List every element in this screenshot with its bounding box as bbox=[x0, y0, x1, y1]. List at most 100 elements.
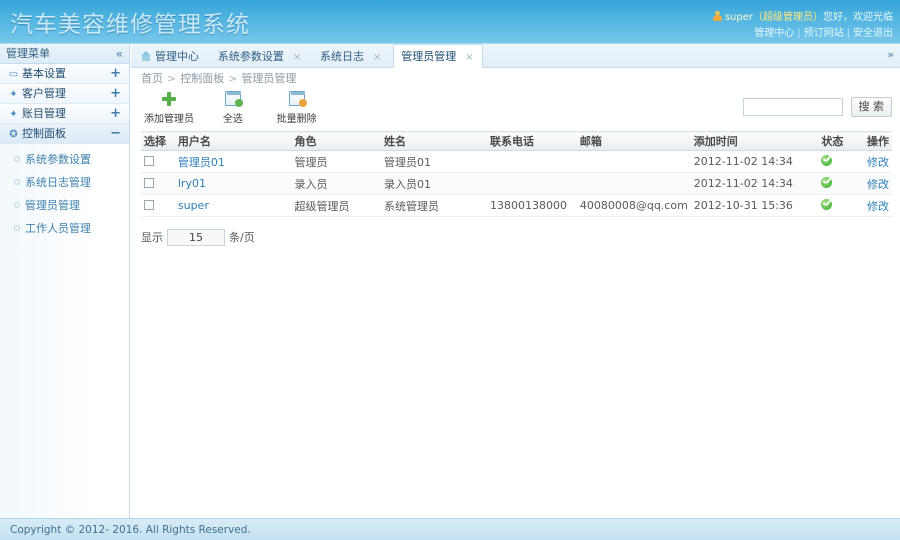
sidebar-group-basic-settings[interactable]: ▭ 基本设置 + bbox=[0, 64, 129, 84]
breadcrumb: 首页 > 控制面板 > 管理员管理 bbox=[131, 68, 900, 89]
tab-label: 管理中心 bbox=[155, 50, 199, 63]
sidebar-item-label: 系统日志管理 bbox=[25, 176, 91, 189]
user-greeting: super（超级管理员）您好，欢迎光临 bbox=[712, 8, 893, 23]
row-checkbox[interactable] bbox=[144, 156, 154, 166]
plus-icon bbox=[162, 92, 176, 106]
sidebar-group-account-management[interactable]: ✦ 账目管理 + bbox=[0, 104, 129, 124]
button-label: 全选 bbox=[222, 114, 243, 125]
column-name: 姓名 bbox=[380, 131, 487, 151]
sidebar-group-label: 账目管理 bbox=[22, 107, 66, 120]
diamond-icon: ✦ bbox=[9, 109, 18, 120]
sidebar-item-label: 系统参数设置 bbox=[25, 153, 91, 166]
page-size-label: 显示 bbox=[141, 231, 163, 244]
table-container: 选择 用户名 角色 姓名 联系电话 邮箱 添加时间 状态 操作 管理员01 管理… bbox=[131, 131, 900, 217]
tab-label: 系统日志 bbox=[320, 50, 365, 63]
cell-name: 管理员01 bbox=[380, 150, 487, 173]
sidebar-group-customer-management[interactable]: ✦ 客户管理 + bbox=[0, 84, 129, 104]
cell-action: 修改 bbox=[864, 172, 892, 195]
icon-slot bbox=[141, 89, 197, 109]
table-body: 管理员01 管理员 管理员01 2012-11-02 14:34 修改 lry0… bbox=[141, 150, 892, 217]
page-size-input[interactable] bbox=[167, 229, 225, 246]
batch-delete-button[interactable]: 批量删除 bbox=[269, 89, 325, 125]
close-icon[interactable]: × bbox=[465, 46, 473, 69]
username-link[interactable]: super bbox=[178, 199, 209, 212]
tab-system-params[interactable]: 系统参数设置 × bbox=[211, 45, 309, 68]
cell-phone: 13800138000 bbox=[487, 194, 577, 217]
row-checkbox[interactable] bbox=[144, 200, 154, 210]
edit-link[interactable]: 修改 bbox=[867, 200, 889, 213]
sidebar-group-toggle-icon[interactable]: + bbox=[110, 64, 121, 84]
sidebar-item-system-log[interactable]: 系统日志管理 bbox=[0, 171, 129, 194]
tab-admin-management[interactable]: 管理员管理 × bbox=[393, 44, 483, 69]
cell-username: lry01 bbox=[174, 172, 292, 195]
select-all-button[interactable]: 全选 bbox=[205, 89, 261, 125]
sidebar-item-admin-management[interactable]: 管理员管理 bbox=[0, 194, 129, 217]
header-link-sep-2: | bbox=[846, 28, 850, 39]
close-icon[interactable]: × bbox=[373, 46, 381, 69]
sidebar-group-toggle-icon[interactable]: + bbox=[110, 84, 121, 104]
footer: Copyright © 2012- 2016. All Rights Reser… bbox=[0, 518, 900, 540]
header-link-logout[interactable]: 安全退出 bbox=[853, 28, 893, 39]
tab-system-log[interactable]: 系统日志 × bbox=[313, 45, 389, 68]
cell-username: super bbox=[174, 194, 292, 217]
sidebar-group-toggle-icon[interactable]: + bbox=[110, 104, 121, 124]
copyright-text: Copyright © 2012- 2016. All Rights Reser… bbox=[10, 524, 251, 536]
close-icon[interactable]: × bbox=[293, 46, 301, 69]
cell-email bbox=[576, 150, 691, 173]
header-link-booking-site[interactable]: 预订网站 bbox=[804, 28, 844, 39]
cell-name: 录入员01 bbox=[380, 172, 487, 195]
row-checkbox[interactable] bbox=[144, 178, 154, 188]
username-link[interactable]: lry01 bbox=[178, 177, 206, 190]
chevron-down-icon[interactable]: » bbox=[887, 48, 894, 62]
cell-role: 录入员 bbox=[291, 172, 381, 195]
sidebar-item-system-params[interactable]: 系统参数设置 bbox=[0, 148, 129, 171]
search-input[interactable] bbox=[742, 98, 843, 116]
button-label: 批量删除 bbox=[276, 114, 317, 125]
column-status: 状态 bbox=[818, 131, 864, 151]
breadcrumb-item-home[interactable]: 首页 bbox=[141, 72, 163, 85]
cell-role: 管理员 bbox=[291, 150, 381, 173]
app-root: 汽车美容维修管理系统 super（超级管理员）您好，欢迎光临 管理中心 | 预订网站… bbox=[0, 0, 900, 540]
sidebar-group-control-panel[interactable]: ✪ 控制面板 − bbox=[0, 124, 129, 144]
breadcrumb-item-control-panel[interactable]: 控制面板 bbox=[180, 72, 224, 85]
cell-select bbox=[141, 150, 175, 173]
username-link[interactable]: 管理员01 bbox=[178, 156, 225, 169]
tab-bar: 管理中心 系统参数设置 × 系统日志 × 管理员管理 × » bbox=[131, 44, 900, 68]
monitor-icon: ▭ bbox=[8, 69, 19, 80]
sidebar-collapse-icon[interactable]: « bbox=[116, 44, 123, 64]
tab-label: 系统参数设置 bbox=[217, 50, 284, 63]
column-username: 用户名 bbox=[174, 131, 292, 151]
page-size-suffix: 条/页 bbox=[229, 231, 255, 244]
cell-select bbox=[141, 172, 175, 195]
cell-username: 管理员01 bbox=[174, 150, 292, 173]
tab-label: 管理员管理 bbox=[401, 50, 457, 63]
user-role: （超级管理员） bbox=[753, 12, 823, 23]
gear-icon: ✪ bbox=[9, 129, 18, 140]
batch-delete-icon bbox=[288, 91, 307, 107]
sidebar-group-toggle-icon[interactable]: − bbox=[110, 124, 121, 144]
cell-status bbox=[818, 172, 864, 195]
sidebar-group-label: 基本设置 bbox=[22, 67, 66, 80]
header-links: 管理中心 | 预订网站 | 安全退出 bbox=[754, 24, 893, 39]
tab-admin-center[interactable]: 管理中心 bbox=[134, 45, 207, 68]
add-admin-button[interactable]: 添加管理员 bbox=[141, 89, 197, 125]
header-link-admin-center[interactable]: 管理中心 bbox=[754, 28, 794, 39]
search-button[interactable]: 搜 索 bbox=[850, 97, 892, 117]
breadcrumb-sep: > bbox=[167, 72, 177, 85]
edit-link[interactable]: 修改 bbox=[867, 156, 889, 169]
cell-name: 系统管理员 bbox=[380, 194, 487, 217]
pagination-bar: 显示 条/页 bbox=[131, 217, 900, 246]
edit-link[interactable]: 修改 bbox=[867, 178, 889, 191]
sidebar-item-staff-management[interactable]: 工作人员管理 bbox=[0, 217, 129, 240]
cell-phone bbox=[487, 172, 577, 195]
cell-created: 2012-11-02 14:34 bbox=[690, 150, 819, 173]
admin-table: 选择 用户名 角色 姓名 联系电话 邮箱 添加时间 状态 操作 管理员01 管理… bbox=[141, 131, 892, 217]
sidebar: 管理菜单 « ▭ 基本设置 + ✦ 客户管理 + ✦ 账目管理 + ✪ 控制面板 − bbox=[0, 44, 130, 518]
bullet-icon bbox=[14, 202, 20, 208]
bullet-icon bbox=[14, 225, 20, 231]
body-wrapper: 管理菜单 « ▭ 基本设置 + ✦ 客户管理 + ✦ 账目管理 + ✪ 控制面板 − bbox=[0, 44, 900, 518]
cell-action: 修改 bbox=[864, 150, 892, 173]
column-email: 邮箱 bbox=[576, 131, 691, 151]
main-content: 管理中心 系统参数设置 × 系统日志 × 管理员管理 × » 首页 > 控制面板 > 管理员管… bbox=[131, 44, 900, 518]
cell-select bbox=[141, 194, 175, 217]
